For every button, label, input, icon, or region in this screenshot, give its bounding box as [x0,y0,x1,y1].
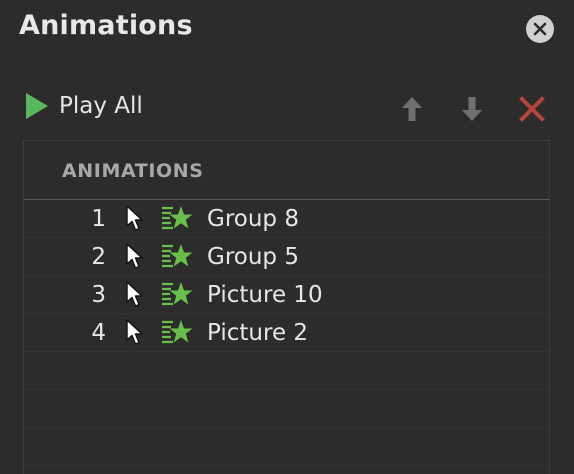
mouse-pointer-icon [126,205,143,231]
fly-in-star-icon [162,244,193,268]
fly-in-star-icon [162,206,193,230]
animation-row-2[interactable]: 2 Group 5 [24,238,549,276]
animation-row-3[interactable]: 3 Picture 10 [24,276,549,314]
close-pane-button[interactable] [526,15,554,43]
move-down-button[interactable] [457,94,487,124]
list-header: ANIMATIONS [24,141,549,200]
animations-pane: Animations Play All ANIMATIONS 1 Group 8… [0,0,574,474]
play-all-button[interactable]: Play All [24,92,143,120]
animation-row-4[interactable]: 4 Picture 2 [24,314,549,352]
mouse-pointer-icon [126,281,143,307]
fly-in-star-icon [162,282,193,306]
arrow-up-icon [402,97,422,121]
empty-list-row [24,352,549,390]
animation-target-name: Picture 10 [207,281,323,308]
fly-in-star-icon [162,320,193,344]
animations-list: ANIMATIONS 1 Group 8 2 Group 5 3 Picture… [23,140,550,474]
mouse-pointer-icon [126,319,143,345]
move-up-button[interactable] [397,94,427,124]
play-icon [26,93,48,119]
animations-column-header: ANIMATIONS [62,160,204,182]
mouse-pointer-icon [126,243,143,269]
empty-list-row [24,390,549,428]
empty-list-row [24,428,549,466]
delete-animation-button[interactable] [517,94,547,124]
delete-x-icon [519,96,545,122]
animations-toolbar: Play All [0,88,574,130]
animation-order-number: 2 [91,243,106,270]
pane-title: Animations [19,10,193,41]
animation-order-number: 3 [91,281,106,308]
animation-row-1[interactable]: 1 Group 8 [24,200,549,238]
animation-target-name: Group 8 [207,205,299,232]
arrow-down-icon [462,97,482,121]
animation-order-number: 4 [91,319,106,346]
play-all-label: Play All [59,93,143,119]
animation-order-number: 1 [91,205,106,232]
close-icon [533,22,547,36]
animation-target-name: Picture 2 [207,319,309,346]
animation-target-name: Group 5 [207,243,299,270]
